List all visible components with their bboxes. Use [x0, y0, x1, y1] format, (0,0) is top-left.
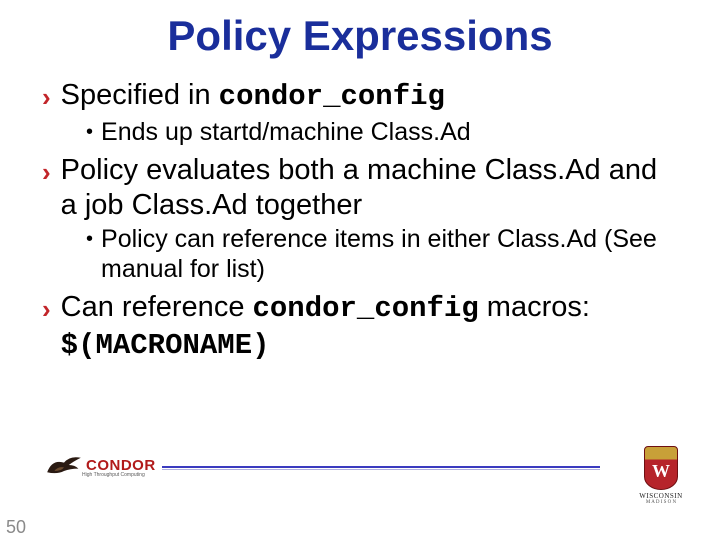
wisconsin-text: WISCONSIN: [639, 492, 682, 500]
bullet-level2: • Policy can reference items in either C…: [86, 224, 678, 284]
text-run: Can reference: [61, 291, 253, 323]
bullet-level1: › Policy evaluates both a machine Class.…: [42, 153, 678, 223]
condor-logo-text: CONDOR: [86, 457, 156, 474]
bullet-level1: › Specified in condor_config: [42, 78, 678, 115]
code-run: condor_config: [219, 80, 445, 113]
code-run: condor_config: [253, 292, 479, 325]
bullet-text: Policy can reference items in either Cla…: [101, 224, 678, 284]
bullet-level2: • Ends up startd/machine Class.Ad: [86, 117, 678, 147]
bullet-level1: › Can reference condor_config macros: $(…: [42, 290, 678, 364]
code-run: $(MACRONAME): [61, 329, 270, 362]
slide-content: › Specified in condor_config • Ends up s…: [0, 68, 720, 364]
bullet-text: Can reference condor_config macros: $(MA…: [61, 290, 678, 364]
condor-logo-subtext: High Throughput Computing: [82, 472, 145, 478]
bullet-text: Specified in condor_config: [61, 78, 445, 115]
bullet-dot-icon: •: [86, 117, 93, 147]
wisconsin-subtext: M A D I S O N: [646, 500, 676, 505]
chevron-icon: ›: [42, 80, 51, 114]
crest-icon: [644, 446, 678, 490]
bullet-dot-icon: •: [86, 224, 93, 254]
wisconsin-logo: WISCONSIN M A D I S O N: [632, 446, 690, 516]
bullet-text: Ends up startd/machine Class.Ad: [101, 117, 471, 147]
bullet-text: Policy evaluates both a machine Class.Ad…: [61, 153, 678, 223]
chevron-icon: ›: [42, 155, 51, 189]
text-run: macros:: [479, 291, 590, 323]
slide-footer: CONDOR High Throughput Computing WISCONS…: [0, 452, 720, 540]
text-run: Specified in: [61, 79, 219, 111]
slide-title: Policy Expressions: [0, 0, 720, 68]
slide: Policy Expressions › Specified in condor…: [0, 0, 720, 540]
eagle-icon: [46, 454, 82, 476]
chevron-icon: ›: [42, 292, 51, 326]
page-number: 50: [6, 517, 26, 538]
